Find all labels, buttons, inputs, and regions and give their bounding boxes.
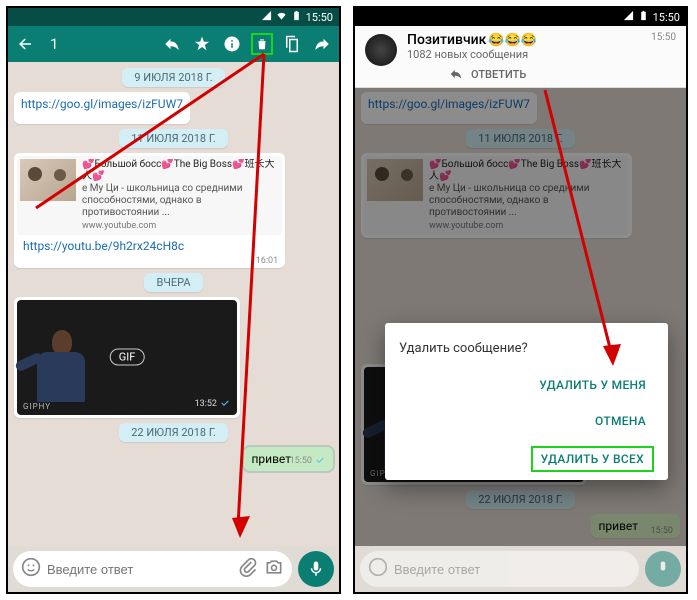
- message-card[interactable]: 💕Большой босс💕The Big Boss💕班长大人💕 е Му Ци…: [14, 153, 285, 268]
- emoji-icon[interactable]: [21, 557, 41, 581]
- battery-icon: [638, 10, 649, 24]
- input-bar: [355, 546, 686, 592]
- message-input[interactable]: [47, 562, 232, 577]
- camera-icon[interactable]: [264, 557, 284, 581]
- notif-time: 15:50: [651, 32, 676, 43]
- emoji-icon: 😂😂😂: [488, 33, 537, 48]
- message-time: 15:50: [290, 454, 326, 469]
- avatar: [365, 34, 397, 66]
- selection-toolbar: 1: [8, 26, 339, 62]
- date-chip: ВЧЕРА: [144, 273, 202, 292]
- message-time: 13:52: [195, 397, 231, 412]
- star-icon[interactable]: [191, 33, 213, 55]
- chat-area: 9 ИЮЛЯ 2018 Г. https://goo.gl/images/izF…: [8, 62, 339, 546]
- signal-icon: [623, 10, 634, 24]
- delete-for-everyone-button[interactable]: УДАЛИТЬ У ВСЕХ: [531, 446, 654, 472]
- selection-count: 1: [44, 35, 153, 53]
- forward-icon[interactable]: [311, 33, 333, 55]
- phone-right: 15:50 Позитивчик 😂😂😂 1082 новых сообщени…: [353, 6, 688, 594]
- phone-left: 15:50 1 9 ИЮЛЯ 2018 Г. https://goo.gl/im…: [6, 6, 341, 594]
- date-chip: 9 ИЮЛЯ 2018 Г.: [122, 68, 224, 87]
- status-bar: 15:50: [355, 8, 686, 26]
- notif-title: Позитивчик: [407, 32, 486, 48]
- copy-icon[interactable]: [281, 33, 303, 55]
- cancel-button[interactable]: ОТМЕНА: [587, 410, 654, 432]
- date-chip: 22 ИЮЛЯ 2018 Г.: [119, 423, 228, 442]
- reply-icon[interactable]: [161, 33, 183, 55]
- read-tick-icon: [219, 397, 231, 412]
- wifi-icon: [276, 10, 287, 24]
- message-gif[interactable]: GIF GIPHY 13:52: [14, 297, 240, 418]
- mic-button[interactable]: [298, 551, 334, 587]
- message-link[interactable]: https://goo.gl/images/izFUW7: [14, 92, 190, 124]
- back-icon[interactable]: [14, 33, 36, 55]
- notif-subtitle: 1082 новых сообщения: [407, 48, 641, 61]
- status-bar: 15:50: [8, 8, 339, 26]
- dialog-question: Удалить сообщение?: [399, 341, 654, 356]
- message-input: [394, 562, 631, 577]
- video-thumbnail: [20, 159, 76, 201]
- emoji-icon: [368, 557, 388, 581]
- date-chip: 11 ИЮЛЯ 2018 Г.: [119, 129, 228, 148]
- battery-icon: [291, 10, 302, 24]
- mic-button: [645, 551, 681, 587]
- status-time: 15:50: [306, 11, 333, 24]
- chat-area-dimmed: https://goo.gl/images/izFUW7 11 ИЮЛЯ 201…: [355, 88, 686, 546]
- status-time: 15:50: [653, 11, 680, 24]
- input-bar: [8, 546, 339, 592]
- info-icon[interactable]: [221, 33, 243, 55]
- gif-badge: GIF: [110, 349, 145, 366]
- message-selected[interactable]: привет 15:50: [244, 447, 333, 471]
- notification-panel[interactable]: Позитивчик 😂😂😂 1082 новых сообщения ОТВЕ…: [355, 26, 686, 88]
- gif-source: GIPHY: [23, 402, 51, 411]
- message-time: 16:01: [256, 256, 278, 266]
- delete-for-me-button[interactable]: УДАЛИТЬ У МЕНЯ: [531, 374, 654, 396]
- signal-icon: [261, 10, 272, 24]
- reply-button[interactable]: ОТВЕТИТЬ: [407, 61, 641, 81]
- delete-icon[interactable]: [251, 33, 273, 55]
- delete-dialog: Удалить сообщение? УДАЛИТЬ У МЕНЯ ОТМЕНА…: [385, 323, 668, 480]
- attach-icon[interactable]: [238, 557, 258, 581]
- read-tick-icon: [314, 454, 326, 469]
